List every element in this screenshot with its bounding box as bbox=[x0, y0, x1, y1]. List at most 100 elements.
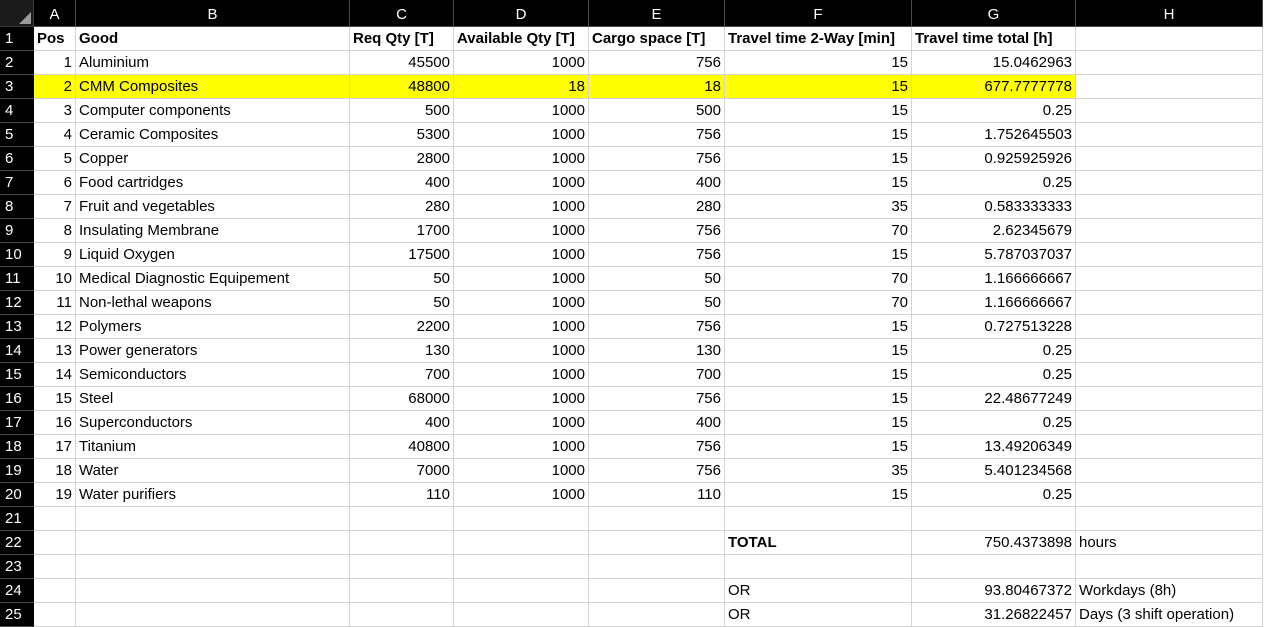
cell-h[interactable] bbox=[1076, 51, 1263, 75]
cell-travel-time-total[interactable]: 5.401234568 bbox=[912, 459, 1076, 483]
cell-travel-time-total[interactable]: 0.25 bbox=[912, 339, 1076, 363]
header-pos[interactable]: Pos bbox=[34, 27, 76, 51]
cell-h[interactable] bbox=[1076, 459, 1263, 483]
cell-good[interactable]: Water purifiers bbox=[76, 483, 350, 507]
cell-req-qty[interactable]: 280 bbox=[350, 195, 454, 219]
cell-a23[interactable] bbox=[34, 555, 76, 579]
cell-pos[interactable]: 10 bbox=[34, 267, 76, 291]
cell-req-qty[interactable]: 500 bbox=[350, 99, 454, 123]
workdays-unit[interactable]: Workdays (8h) bbox=[1076, 579, 1263, 603]
cell-available-qty[interactable]: 1000 bbox=[454, 387, 589, 411]
row-header-7[interactable]: 7 bbox=[0, 171, 34, 195]
cell-travel-time-2way[interactable]: 15 bbox=[725, 387, 912, 411]
cell-pos[interactable]: 11 bbox=[34, 291, 76, 315]
cell-cargo-space[interactable]: 50 bbox=[589, 267, 725, 291]
row-header-16[interactable]: 16 bbox=[0, 387, 34, 411]
cell-good[interactable]: CMM Composites bbox=[76, 75, 350, 99]
row-header-10[interactable]: 10 bbox=[0, 243, 34, 267]
cell-req-qty[interactable]: 5300 bbox=[350, 123, 454, 147]
cell-e21[interactable] bbox=[589, 507, 725, 531]
cell-d21[interactable] bbox=[454, 507, 589, 531]
row-header-1[interactable]: 1 bbox=[0, 27, 34, 51]
cell-h[interactable] bbox=[1076, 147, 1263, 171]
cell-a21[interactable] bbox=[34, 507, 76, 531]
cell-available-qty[interactable]: 1000 bbox=[454, 219, 589, 243]
cell-cargo-space[interactable]: 500 bbox=[589, 99, 725, 123]
or-label-workdays[interactable]: OR bbox=[725, 579, 912, 603]
cell-d24[interactable] bbox=[454, 579, 589, 603]
cell-cargo-space[interactable]: 280 bbox=[589, 195, 725, 219]
cell-pos[interactable]: 3 bbox=[34, 99, 76, 123]
row-header-19[interactable]: 19 bbox=[0, 459, 34, 483]
cell-cargo-space[interactable]: 700 bbox=[589, 363, 725, 387]
cell-h[interactable] bbox=[1076, 195, 1263, 219]
cell-travel-time-total[interactable]: 2.62345679 bbox=[912, 219, 1076, 243]
column-header-f[interactable]: F bbox=[725, 0, 912, 27]
cell-cargo-space[interactable]: 130 bbox=[589, 339, 725, 363]
cell-travel-time-total[interactable]: 0.25 bbox=[912, 363, 1076, 387]
cell-good[interactable]: Polymers bbox=[76, 315, 350, 339]
cell-req-qty[interactable]: 40800 bbox=[350, 435, 454, 459]
cell-h[interactable] bbox=[1076, 363, 1263, 387]
cell-pos[interactable]: 6 bbox=[34, 171, 76, 195]
cell-good[interactable]: Liquid Oxygen bbox=[76, 243, 350, 267]
cell-h[interactable] bbox=[1076, 291, 1263, 315]
cell-req-qty[interactable]: 700 bbox=[350, 363, 454, 387]
cell-available-qty[interactable]: 1000 bbox=[454, 51, 589, 75]
cell-travel-time-2way[interactable]: 35 bbox=[725, 459, 912, 483]
column-header-a[interactable]: A bbox=[34, 0, 76, 27]
cell-travel-time-2way[interactable]: 15 bbox=[725, 435, 912, 459]
row-header-22[interactable]: 22 bbox=[0, 531, 34, 555]
cell-travel-time-total[interactable]: 1.752645503 bbox=[912, 123, 1076, 147]
cell-b21[interactable] bbox=[76, 507, 350, 531]
cell-c21[interactable] bbox=[350, 507, 454, 531]
column-header-h[interactable]: H bbox=[1076, 0, 1263, 27]
cell-travel-time-2way[interactable]: 15 bbox=[725, 75, 912, 99]
cell-travel-time-total[interactable]: 0.25 bbox=[912, 171, 1076, 195]
cell-travel-time-2way[interactable]: 15 bbox=[725, 339, 912, 363]
cell-cargo-space[interactable]: 50 bbox=[589, 291, 725, 315]
cell-req-qty[interactable]: 45500 bbox=[350, 51, 454, 75]
cell-e24[interactable] bbox=[589, 579, 725, 603]
cell-req-qty[interactable]: 110 bbox=[350, 483, 454, 507]
row-header-6[interactable]: 6 bbox=[0, 147, 34, 171]
cell-travel-time-2way[interactable]: 15 bbox=[725, 171, 912, 195]
cell-req-qty[interactable]: 130 bbox=[350, 339, 454, 363]
cell-h[interactable] bbox=[1076, 171, 1263, 195]
cell-a22[interactable] bbox=[34, 531, 76, 555]
cell-req-qty[interactable]: 2800 bbox=[350, 147, 454, 171]
cell-travel-time-2way[interactable]: 15 bbox=[725, 315, 912, 339]
row-header-21[interactable]: 21 bbox=[0, 507, 34, 531]
cell-available-qty[interactable]: 1000 bbox=[454, 435, 589, 459]
days-value[interactable]: 31.26822457 bbox=[912, 603, 1076, 627]
cell-h[interactable] bbox=[1076, 123, 1263, 147]
cell-travel-time-total[interactable]: 22.48677249 bbox=[912, 387, 1076, 411]
cell-travel-time-2way[interactable]: 15 bbox=[725, 363, 912, 387]
cell-req-qty[interactable]: 7000 bbox=[350, 459, 454, 483]
header-req-qty[interactable]: Req Qty [T] bbox=[350, 27, 454, 51]
row-header-4[interactable]: 4 bbox=[0, 99, 34, 123]
cell-req-qty[interactable]: 68000 bbox=[350, 387, 454, 411]
cell-travel-time-total[interactable]: 15.0462963 bbox=[912, 51, 1076, 75]
cell-cargo-space[interactable]: 756 bbox=[589, 315, 725, 339]
cell-h[interactable] bbox=[1076, 483, 1263, 507]
cell-travel-time-2way[interactable]: 70 bbox=[725, 219, 912, 243]
cell-d25[interactable] bbox=[454, 603, 589, 627]
cell-travel-time-total[interactable]: 0.25 bbox=[912, 483, 1076, 507]
cell-cargo-space[interactable]: 756 bbox=[589, 459, 725, 483]
column-header-c[interactable]: C bbox=[350, 0, 454, 27]
cell-h[interactable] bbox=[1076, 315, 1263, 339]
cell-available-qty[interactable]: 1000 bbox=[454, 363, 589, 387]
cell-pos[interactable]: 14 bbox=[34, 363, 76, 387]
cell-pos[interactable]: 8 bbox=[34, 219, 76, 243]
cell-travel-time-2way[interactable]: 15 bbox=[725, 147, 912, 171]
cell-c23[interactable] bbox=[350, 555, 454, 579]
cell-travel-time-total[interactable]: 0.925925926 bbox=[912, 147, 1076, 171]
cell-cargo-space[interactable]: 400 bbox=[589, 411, 725, 435]
cell-travel-time-total[interactable]: 1.166666667 bbox=[912, 291, 1076, 315]
cell-travel-time-2way[interactable]: 15 bbox=[725, 99, 912, 123]
cell-cargo-space[interactable]: 110 bbox=[589, 483, 725, 507]
cell-available-qty[interactable]: 1000 bbox=[454, 123, 589, 147]
cell-available-qty[interactable]: 1000 bbox=[454, 171, 589, 195]
cell-travel-time-2way[interactable]: 15 bbox=[725, 243, 912, 267]
